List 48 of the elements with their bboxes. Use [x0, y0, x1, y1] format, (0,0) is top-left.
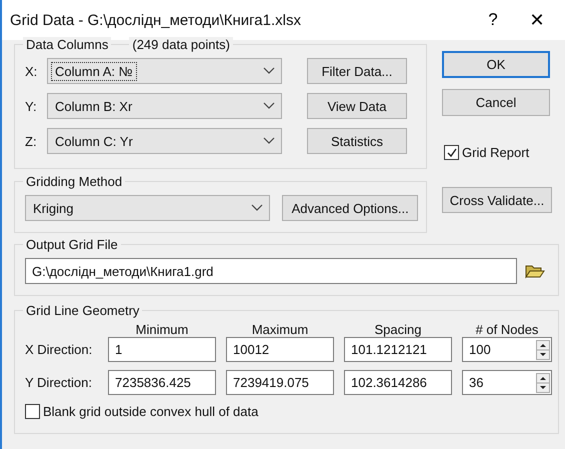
checkbox[interactable] — [444, 145, 459, 160]
spin-arrows-icon[interactable] — [536, 340, 550, 360]
cross-validate-button[interactable]: Cross Validate... — [442, 187, 552, 213]
input-field[interactable]: 10012 — [226, 337, 334, 362]
row-label: Y Direction: — [25, 375, 93, 390]
dialog-button[interactable]: Cancel — [442, 89, 550, 116]
column-header: # of Nodes — [474, 324, 540, 335]
group-title: Grid Line Geometry — [23, 303, 142, 318]
input-field[interactable]: 102.3614286 — [344, 370, 452, 395]
row-label: X Direction: — [25, 342, 94, 357]
input-field[interactable]: 7235836.425 — [108, 370, 216, 395]
spin-arrows-icon[interactable] — [536, 372, 550, 392]
checkbox-label: Blank grid outside convex hull of data — [43, 404, 258, 419]
column-dropdown[interactable]: Column B: Xr — [47, 93, 282, 119]
node-count-spinner[interactable]: 36 — [462, 370, 552, 395]
window-title: Grid Data - G:\дослідн_методи\Книга1.xlsx — [10, 12, 302, 28]
dialog-button[interactable]: OK — [442, 51, 550, 78]
column-header: Maximum — [250, 324, 310, 335]
chevron-icon — [263, 102, 275, 110]
file-path-field[interactable]: G:\дослідн_методи\Книга1.grd — [25, 258, 517, 284]
column-dropdown[interactable]: Column C: Yr — [47, 128, 282, 154]
column-dropdown[interactable]: Column A: № — [47, 58, 282, 84]
method-dropdown[interactable]: Kriging — [25, 195, 270, 221]
axis-label: Z: — [25, 134, 38, 148]
axis-label: Y: — [25, 98, 38, 114]
chevron-icon — [251, 204, 264, 212]
action-button[interactable]: View Data — [307, 93, 407, 119]
chevron-icon — [263, 67, 275, 75]
input-field[interactable]: 1 — [108, 337, 216, 362]
action-button[interactable]: Statistics — [307, 128, 407, 154]
advanced-options-button[interactable]: Advanced Options... — [282, 195, 418, 221]
action-button[interactable]: Filter Data... — [307, 58, 407, 84]
checkbox[interactable] — [25, 404, 40, 419]
help-button[interactable]: ? — [471, 4, 515, 36]
input-field[interactable]: 101.1212121 — [344, 337, 452, 362]
column-header: Spacing — [374, 324, 422, 335]
group-title: Gridding Method — [23, 174, 126, 189]
column-header: Minimum — [134, 324, 190, 335]
chevron-icon — [263, 137, 275, 145]
group-title: Data Columns — [23, 37, 112, 52]
input-field[interactable]: 7239419.075 — [226, 370, 334, 395]
axis-label: X: — [25, 64, 38, 78]
folder-icon[interactable] — [525, 263, 545, 279]
group-title: Output Grid File — [23, 237, 121, 252]
node-count-spinner[interactable]: 100 — [462, 337, 552, 362]
data-point-count: (249 data points) — [129, 37, 233, 52]
close-button[interactable]: ✕ — [515, 4, 559, 36]
checkbox-label: Grid Report — [462, 145, 530, 160]
